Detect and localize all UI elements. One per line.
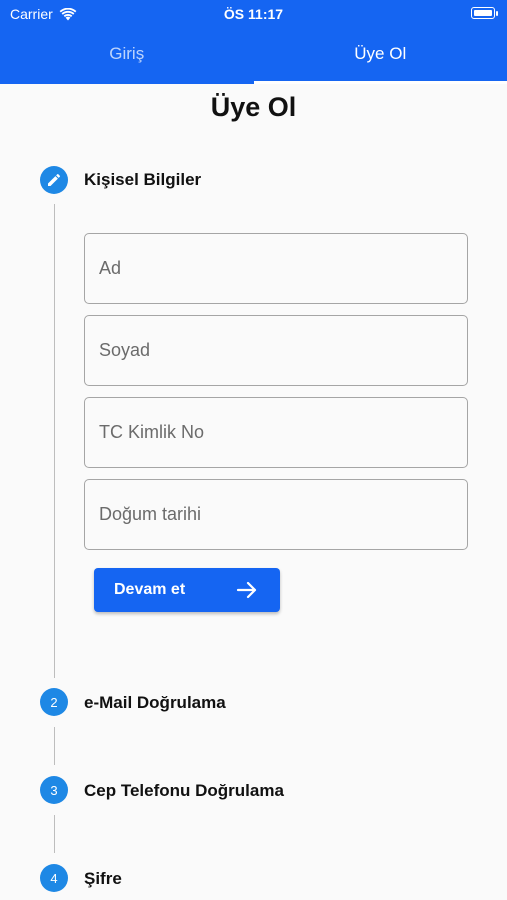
step-4-indicator[interactable]: 4	[40, 864, 68, 892]
continue-button-label: Devam et	[114, 581, 186, 598]
status-bar: Carrier ÖS 11:17	[0, 0, 507, 28]
last-name-input[interactable]	[84, 315, 468, 386]
tab-bar: Giriş Üye Ol	[0, 28, 507, 84]
tc-id-input[interactable]	[84, 397, 468, 468]
step-4-label[interactable]: Şifre	[84, 869, 122, 889]
step-2-label[interactable]: e-Mail Doğrulama	[84, 693, 226, 713]
step-2-indicator[interactable]: 2	[40, 688, 68, 716]
tab-register[interactable]: Üye Ol	[254, 28, 507, 84]
first-name-input[interactable]	[84, 233, 468, 304]
step-1-label[interactable]: Kişisel Bilgiler	[84, 170, 201, 190]
step-3-indicator[interactable]: 3	[40, 776, 68, 804]
step-connector	[54, 204, 55, 678]
step-connector	[54, 727, 55, 765]
arrow-right-icon	[236, 581, 257, 599]
birth-date-input[interactable]	[84, 479, 468, 550]
pencil-icon	[48, 173, 61, 186]
tab-indicator	[254, 81, 507, 84]
status-time: ÖS 11:17	[223, 6, 284, 22]
step-3-label[interactable]: Cep Telefonu Doğrulama	[84, 781, 284, 801]
app-bar: Carrier ÖS 11:17 Giriş Üye Ol	[0, 0, 507, 84]
step-connector	[54, 815, 55, 853]
tab-login[interactable]: Giriş	[0, 28, 254, 84]
continue-button[interactable]: Devam et	[94, 568, 280, 612]
page-title: Üye Ol	[210, 92, 297, 122]
step-1-indicator[interactable]	[40, 166, 68, 194]
battery-icon	[471, 7, 498, 19]
